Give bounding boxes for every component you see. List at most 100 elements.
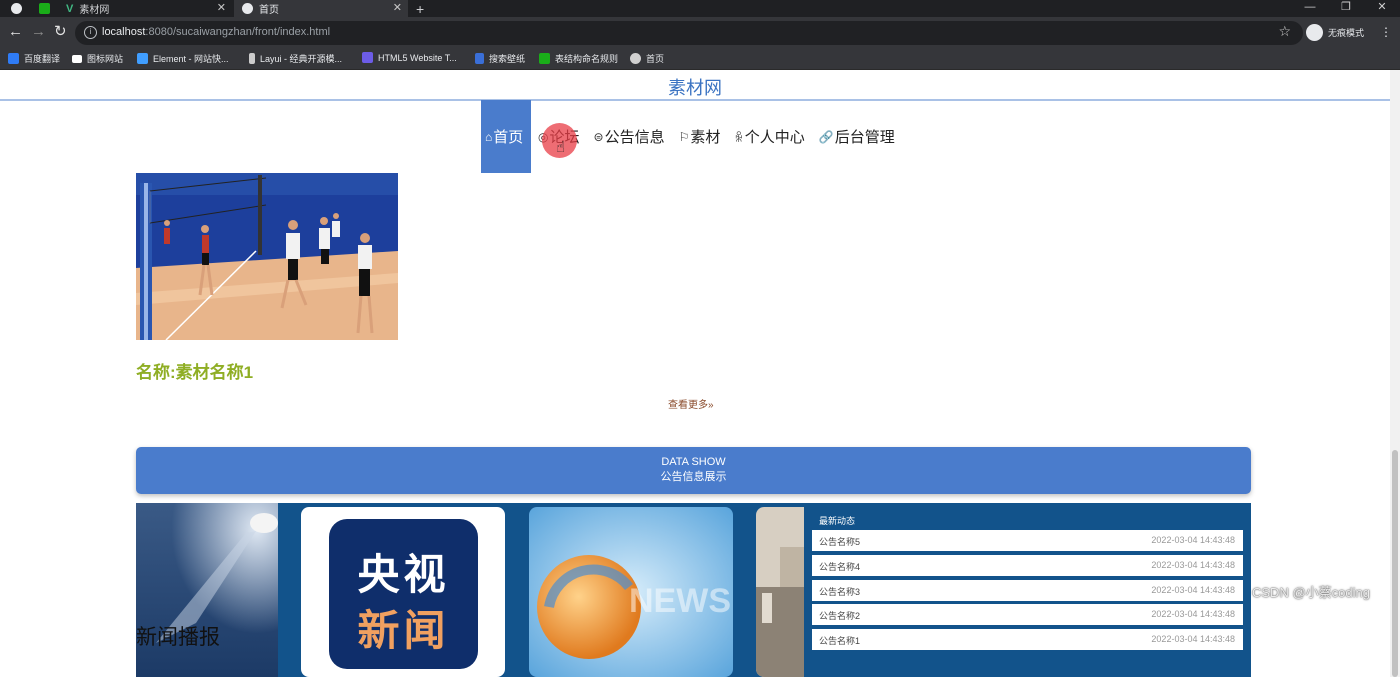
bookmark-label: Element - 网站快... xyxy=(153,54,229,64)
nav-label: 首页 xyxy=(493,129,524,146)
material-name[interactable]: 名称:素材名称1 xyxy=(136,358,253,383)
incognito-indicator[interactable]: 无痕模式 xyxy=(1306,24,1364,41)
cctv-logo-line2: 新闻 xyxy=(357,607,450,654)
restore-icon[interactable]: ❐ xyxy=(1328,0,1364,17)
room-image xyxy=(756,507,804,677)
bookmark-star-icon[interactable]: ☆ xyxy=(1278,23,1291,40)
notice-item[interactable]: 公告名称3 2022-03-04 14:43:48 xyxy=(812,580,1243,601)
nav-label: 素材 xyxy=(690,129,721,146)
close-tab-icon[interactable]: ✕ xyxy=(217,1,226,14)
nav-item-notice[interactable]: ⊜ 公告信息 xyxy=(587,100,672,173)
close-window-icon[interactable]: ✕ xyxy=(1364,0,1400,17)
bookmark-item[interactable]: 表结构命名规则 xyxy=(539,52,618,65)
news-globe-image: NEWS xyxy=(529,507,733,677)
news-card-title: 新闻播报 xyxy=(136,626,220,649)
home-icon: ⌂ xyxy=(485,129,493,144)
data-show-banner: DATA SHOW 公告信息展示 xyxy=(136,447,1251,494)
globe-icon xyxy=(242,3,253,14)
browser-tab-home[interactable]: 首页 ✕ xyxy=(234,0,408,17)
site-title: 素材网 xyxy=(668,78,722,98)
notice-section: 新闻播报 央视 新闻 NEWS 最新动态 公告名称5 2022-03-04 14… xyxy=(136,503,1251,677)
globe-icon xyxy=(11,3,22,14)
info-icon[interactable]: i xyxy=(84,26,97,39)
data-show-subtitle: 公告信息展示 xyxy=(660,471,727,483)
wallpaper-icon xyxy=(475,53,484,64)
latest-news-title: 最新动态 xyxy=(819,516,856,526)
incognito-icon xyxy=(1306,24,1323,41)
tab-label: 素材网 xyxy=(79,5,110,16)
bookmark-item[interactable]: Layui - 经典开源模... xyxy=(249,52,342,65)
notice-item[interactable]: 公告名称2 2022-03-04 14:43:48 xyxy=(812,604,1243,625)
view-more-link[interactable]: 查看更多» xyxy=(668,396,714,411)
bookmark-item[interactable]: HTML5 Website T... xyxy=(362,52,457,63)
url-text[interactable]: localhost:8080/sucaiwangzhan/front/index… xyxy=(102,26,330,38)
news-card-cctv[interactable]: 央视 新闻 xyxy=(301,507,505,677)
url-path: :8080/sucaiwangzhan/front/index.html xyxy=(145,26,331,38)
close-tab-icon[interactable]: ✕ xyxy=(393,1,402,14)
window-controls: — ❐ ✕ xyxy=(1292,0,1400,17)
bookmark-label: HTML5 Website T... xyxy=(378,52,457,63)
page-viewport: 素材网 ⌂首页 ◎论坛 ⊜公告信息 ⚐素材 ꆜ个人中心 🔗后台管理 ☝ xyxy=(0,70,1390,677)
notice-time: 2022-03-04 14:43:48 xyxy=(1151,585,1235,595)
news-card-broadcast[interactable]: 新闻播报 xyxy=(136,503,278,677)
hand-cursor-icon: ☝ xyxy=(556,139,566,156)
scrollbar-thumb[interactable] xyxy=(1392,450,1398,677)
notice-time: 2022-03-04 14:43:48 xyxy=(1151,609,1235,619)
bookmark-item[interactable]: Element - 网站快... xyxy=(137,52,229,65)
vue-icon: V xyxy=(66,2,74,15)
browser-tab[interactable] xyxy=(0,0,30,17)
material-image[interactable] xyxy=(136,173,398,340)
forward-icon[interactable]: → xyxy=(31,23,46,41)
new-tab-button[interactable]: + xyxy=(416,0,436,17)
nav-label: 后台管理 xyxy=(834,129,895,146)
menu-icon[interactable]: ⋮ xyxy=(1380,25,1392,39)
news-card-globe[interactable]: NEWS xyxy=(529,507,733,677)
notice-name: 公告名称1 xyxy=(819,636,861,646)
browser-tab[interactable] xyxy=(30,0,60,17)
notice-time: 2022-03-04 14:43:48 xyxy=(1151,535,1235,545)
bookmark-label: 表结构命名规则 xyxy=(555,54,619,64)
bookmark-label: Layui - 经典开源模... xyxy=(260,54,343,64)
volleyball-photo xyxy=(136,173,398,340)
notice-time: 2022-03-04 14:43:48 xyxy=(1151,560,1235,570)
notice-name: 公告名称2 xyxy=(819,611,861,621)
browser-toolbar: ← → ↻ i localhost:8080/sucaiwangzhan/fro… xyxy=(0,17,1400,48)
notice-name: 公告名称3 xyxy=(819,587,861,597)
browser-tab-sucai[interactable]: V 素材网 ✕ xyxy=(60,0,232,17)
notice-item[interactable]: 公告名称5 2022-03-04 14:43:48 xyxy=(812,530,1243,551)
minimize-icon[interactable]: — xyxy=(1292,0,1328,17)
notice-item[interactable]: 公告名称1 2022-03-04 14:43:48 xyxy=(812,629,1243,650)
bookmark-item[interactable]: 图标网站 xyxy=(72,52,123,65)
bookmark-item[interactable]: 百度翻译 xyxy=(8,52,60,65)
flag-icon: ⚐ xyxy=(678,129,690,144)
data-show-title: DATA SHOW xyxy=(661,456,726,468)
cctv-logo: 央视 新闻 xyxy=(329,519,478,669)
news-card-room[interactable] xyxy=(756,507,804,677)
reload-icon[interactable]: ↻ xyxy=(54,23,67,41)
notice-item[interactable]: 公告名称4 2022-03-04 14:43:48 xyxy=(812,555,1243,576)
incognito-label: 无痕模式 xyxy=(1328,28,1365,38)
bookmark-label: 首页 xyxy=(646,54,665,64)
link-icon: 🔗 xyxy=(818,129,834,144)
page-scrollbar[interactable] xyxy=(1390,70,1400,677)
bookmark-item[interactable]: 首页 xyxy=(630,52,664,65)
nav-item-personal[interactable]: ꆜ 个人中心 xyxy=(727,100,811,173)
nav-label: 公告信息 xyxy=(604,129,665,146)
bookmark-label: 图标网站 xyxy=(87,54,124,64)
double-chevron-right-icon: » xyxy=(708,400,714,411)
nav-item-admin[interactable]: 🔗 后台管理 xyxy=(812,100,902,173)
layui-icon xyxy=(249,53,255,64)
bookmark-label: 搜索壁纸 xyxy=(489,54,526,64)
bookmark-label: 百度翻译 xyxy=(24,54,61,64)
bookmark-item[interactable]: 搜索壁纸 xyxy=(475,52,525,65)
sheet-icon xyxy=(539,53,550,64)
bookmarks-bar: 百度翻译 图标网站 Element - 网站快... Layui - 经典开源模… xyxy=(0,48,1400,70)
view-more-label: 查看更多 xyxy=(668,400,708,411)
element-icon xyxy=(137,53,148,64)
nav-item-material[interactable]: ⚐ 素材 xyxy=(672,100,728,173)
back-icon[interactable]: ← xyxy=(8,23,23,41)
nav-item-home[interactable]: ⌂ 首页 xyxy=(481,100,531,173)
browser-tab-strip: V 素材网 ✕ 首页 ✕ + — ❐ ✕ xyxy=(0,0,1400,17)
address-bar[interactable]: i localhost:8080/sucaiwangzhan/front/ind… xyxy=(75,21,1303,45)
bookmark-favicon-icon xyxy=(8,53,19,64)
